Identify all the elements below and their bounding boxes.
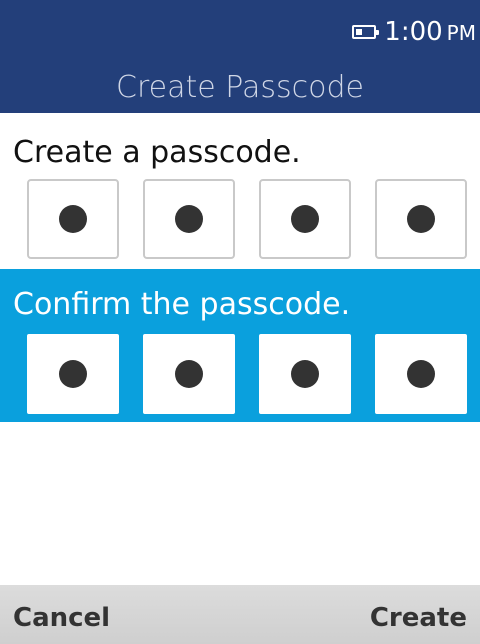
masked-digit-dot bbox=[291, 360, 319, 388]
create-passcode-screen: 1:00 PM Create Passcode Create a passcode… bbox=[0, 0, 480, 644]
cancel-button[interactable]: Cancel bbox=[13, 603, 110, 633]
create-button[interactable]: Create bbox=[370, 603, 467, 633]
pin-digit-box[interactable] bbox=[375, 334, 467, 414]
confirm-passcode-field[interactable] bbox=[27, 334, 467, 414]
clock: 1:00 PM bbox=[384, 14, 476, 51]
masked-digit-dot bbox=[407, 360, 435, 388]
battery-icon bbox=[352, 25, 380, 39]
masked-digit-dot bbox=[175, 205, 203, 233]
pin-digit-box[interactable] bbox=[259, 179, 351, 259]
status-bar: 1:00 PM bbox=[352, 14, 476, 50]
masked-digit-dot bbox=[407, 205, 435, 233]
masked-digit-dot bbox=[59, 360, 87, 388]
confirm-passcode-label: Confirm the passcode. bbox=[13, 287, 351, 322]
masked-digit-dot bbox=[291, 205, 319, 233]
page-title: Create Passcode bbox=[116, 70, 364, 105]
pin-digit-box[interactable] bbox=[27, 179, 119, 259]
pin-digit-box[interactable] bbox=[259, 334, 351, 414]
softkey-bar: Cancel Create bbox=[0, 585, 480, 644]
header-bar: 1:00 PM Create Passcode bbox=[0, 0, 480, 113]
pin-digit-box[interactable] bbox=[143, 179, 235, 259]
create-passcode-label: Create a passcode. bbox=[13, 135, 301, 170]
pin-digit-box[interactable] bbox=[143, 334, 235, 414]
create-passcode-field[interactable] bbox=[27, 179, 467, 259]
battery-level bbox=[356, 29, 363, 35]
clock-ampm: PM bbox=[446, 20, 476, 45]
create-passcode-section[interactable]: Create a passcode. bbox=[0, 113, 480, 269]
masked-digit-dot bbox=[175, 360, 203, 388]
pin-digit-box[interactable] bbox=[27, 334, 119, 414]
clock-time: 1:00 bbox=[384, 16, 443, 47]
masked-digit-dot bbox=[59, 205, 87, 233]
confirm-passcode-section[interactable]: Confirm the passcode. bbox=[0, 269, 480, 422]
pin-digit-box[interactable] bbox=[375, 179, 467, 259]
